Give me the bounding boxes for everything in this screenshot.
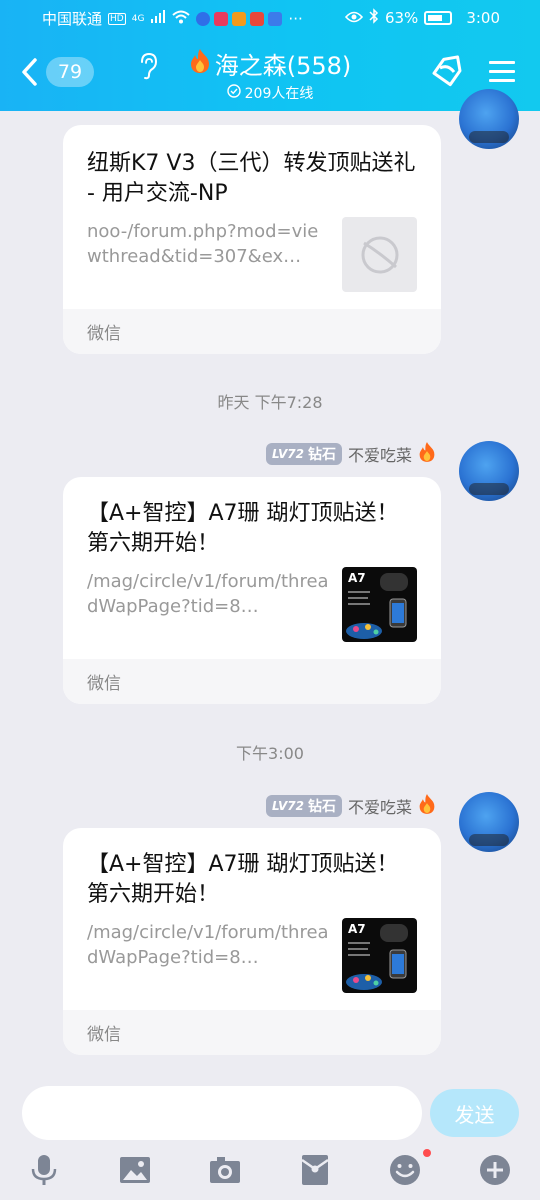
send-button[interactable]: 发送 — [430, 1089, 519, 1137]
link-placeholder-icon — [361, 236, 398, 273]
composer-toolbar — [0, 1144, 540, 1200]
card-source: 微信 — [63, 309, 441, 354]
sender-name[interactable]: 不爱吃菜 — [348, 442, 412, 466]
card-source: 微信 — [63, 1010, 441, 1055]
message-input[interactable] — [22, 1086, 422, 1140]
sender-name[interactable]: 不爱吃菜 — [348, 794, 412, 818]
sender-avatar[interactable] — [459, 89, 519, 149]
wifi-icon — [172, 10, 191, 28]
link-card[interactable]: 纽斯K7 V3（三代）转发顶贴送礼 - 用户交流-NP noo-/forum.p… — [63, 125, 441, 354]
link-thumbnail — [342, 217, 417, 292]
rank-text: 钻石 — [307, 447, 336, 463]
emoji-icon[interactable] — [387, 1152, 423, 1188]
online-status-icon — [226, 84, 241, 102]
sender-avatar[interactable] — [459, 441, 519, 501]
timestamp: 昨天 下午7:28 — [217, 393, 323, 412]
level-badge: LV72 钻石 — [266, 443, 342, 465]
battery-percent: 63% — [384, 9, 419, 27]
fire-icon — [418, 441, 436, 467]
timestamp: 下午3:00 — [236, 744, 304, 763]
card-title: 纽斯K7 V3（三代）转发顶贴送礼 - 用户交流-NP — [87, 151, 416, 206]
level-text: LV72 — [272, 447, 304, 461]
chevron-left-icon — [22, 58, 37, 86]
camera-icon[interactable] — [207, 1152, 243, 1188]
status-bar: 中国联通 HD 4G ··· 63% 3:00 — [0, 0, 540, 36]
back-button[interactable]: 79 — [20, 57, 94, 87]
level-text: LV72 — [272, 799, 304, 813]
app-icon-5 — [268, 11, 283, 26]
card-url: noo-/forum.php?mod=viewthread&tid=307&ex… — [87, 221, 319, 267]
more-indicator: ··· — [288, 9, 303, 28]
app-icon-4 — [250, 11, 265, 26]
microphone-icon[interactable] — [26, 1152, 62, 1188]
chat-header: 79 海之森(558) 209人在线 — [0, 40, 540, 110]
app-icon-3 — [232, 11, 247, 26]
eye-icon — [344, 9, 364, 27]
signal-icon — [150, 9, 166, 28]
notification-icons — [196, 11, 283, 26]
sender-info: LV72 钻石 不爱吃菜 — [266, 793, 436, 819]
fire-icon — [189, 48, 211, 80]
card-title: 【A+智控】A7珊 瑚灯顶贴送！ 第六期开始！ — [87, 501, 399, 556]
rank-text: 钻石 — [307, 799, 336, 815]
fire-icon — [418, 793, 436, 819]
plus-icon[interactable] — [477, 1152, 513, 1188]
link-thumbnail: A7 — [342, 567, 417, 642]
unread-count-badge: 79 — [46, 57, 94, 87]
app-icon-2 — [214, 11, 229, 26]
link-card[interactable]: 【A+智控】A7珊 瑚灯顶贴送！ 第六期开始！ /mag/circle/v1/f… — [63, 828, 441, 1055]
link-card[interactable]: 【A+智控】A7珊 瑚灯顶贴送！ 第六期开始！ /mag/circle/v1/f… — [63, 477, 441, 704]
level-badge: LV72 钻石 — [266, 795, 342, 817]
bluetooth-icon — [369, 8, 379, 28]
card-url: /mag/circle/v1/forum/threadWapPage?tid=8… — [87, 571, 329, 617]
link-thumbnail: A7 — [342, 918, 417, 993]
card-title: 【A+智控】A7珊 瑚灯顶贴送！ 第六期开始！ — [87, 852, 399, 907]
emoji-notification-dot — [423, 1149, 431, 1157]
card-url: /mag/circle/v1/forum/threadWapPage?tid=8… — [87, 922, 329, 968]
sender-info: LV72 钻石 不爱吃菜 — [266, 441, 436, 467]
image-icon[interactable] — [117, 1152, 153, 1188]
network-label: 4G — [131, 13, 145, 24]
menu-icon[interactable] — [488, 59, 516, 87]
card-source: 微信 — [63, 659, 441, 704]
tag-icon[interactable] — [430, 54, 466, 92]
clock: 3:00 — [466, 9, 500, 27]
carrier-label: 中国联通 — [42, 10, 103, 28]
hd-badge: HD — [108, 12, 126, 25]
battery-icon — [424, 11, 453, 25]
message-list[interactable]: 纽斯K7 V3（三代）转发顶贴送礼 - 用户交流-NP noo-/forum.p… — [0, 89, 540, 1071]
composer: 发送 — [0, 1072, 540, 1200]
top-bar: 中国联通 HD 4G ··· 63% 3:00 79 海之森(558) 209人… — [0, 0, 540, 111]
app-icon-1 — [196, 11, 211, 26]
red-packet-icon[interactable] — [297, 1152, 333, 1188]
online-count: 209人在线 — [244, 86, 314, 102]
sender-avatar[interactable] — [459, 792, 519, 852]
group-name: 海之森(558) — [214, 52, 352, 80]
group-title-area[interactable]: 海之森(558) 209人在线 — [140, 46, 400, 103]
